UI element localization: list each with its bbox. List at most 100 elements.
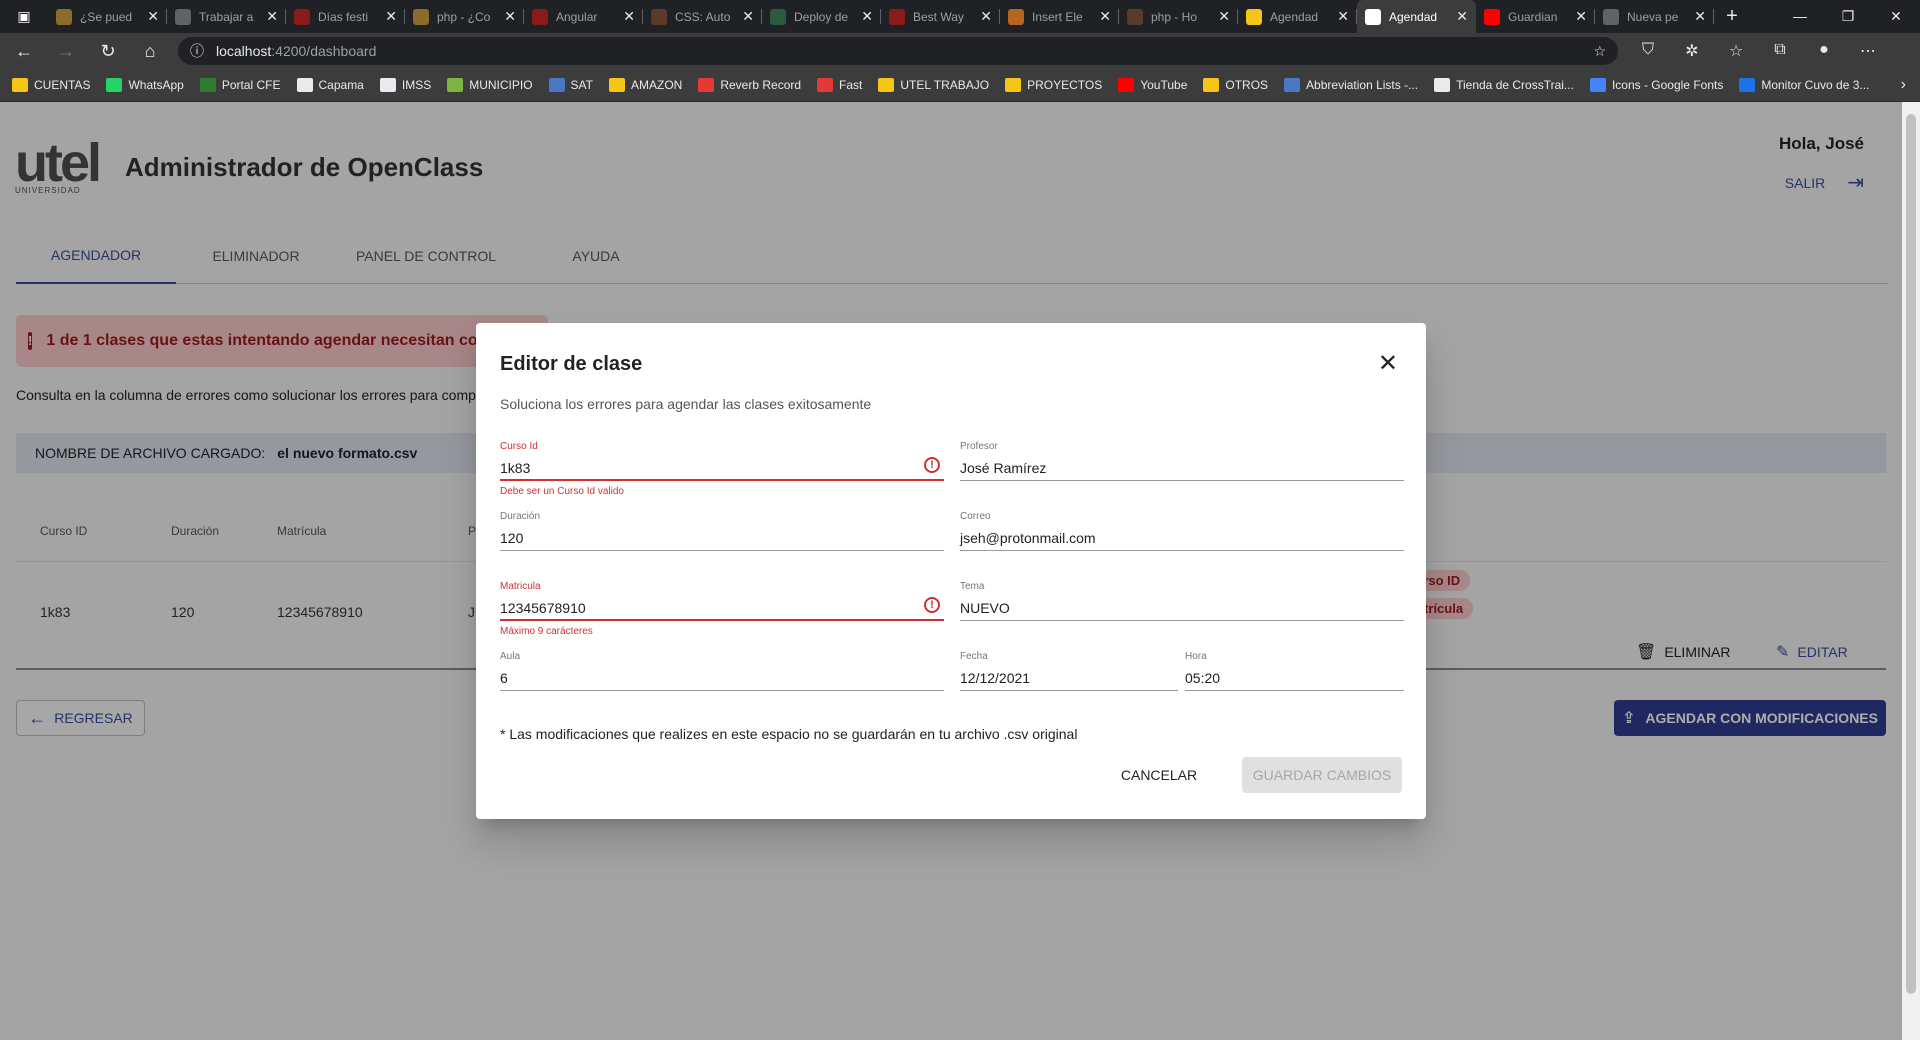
close-tab-icon[interactable]: ✕ — [147, 8, 159, 25]
browser-tab[interactable]: Best Way ✕ — [881, 0, 1000, 33]
class-editor-dialog: Editor de clase ✕ Soluciona los errores … — [476, 323, 1426, 819]
fecha-field[interactable]: Fecha 12/12/2021 — [960, 651, 1178, 691]
close-tab-icon[interactable]: ✕ — [385, 8, 397, 25]
browser-tab[interactable]: ¿Se pued ✕ — [48, 0, 167, 33]
browser-tab[interactable]: Nueva pe ✕ — [1595, 0, 1714, 33]
bookmark-item[interactable]: IMSS — [379, 78, 431, 92]
favorites-icon[interactable]: ☆ — [1714, 41, 1758, 61]
bookmark-item[interactable]: MUNICIPIO — [447, 78, 533, 92]
home-icon[interactable]: ⌂ — [132, 33, 168, 69]
bookmark-item[interactable]: Icons - Google Fonts — [1589, 78, 1723, 92]
bookmark-item[interactable]: AMAZON — [609, 78, 682, 92]
browser-tab[interactable]: Agendad ✕ — [1357, 0, 1476, 33]
close-tab-icon[interactable]: ✕ — [980, 8, 992, 25]
bookmark-item[interactable]: OTROS — [1203, 78, 1268, 92]
bookmark-item[interactable]: UTEL TRABAJO — [878, 78, 989, 92]
bookmark-label: MUNICIPIO — [469, 78, 533, 92]
tema-field[interactable]: Tema NUEVO — [960, 581, 1404, 621]
tab-title: Guardian — [1508, 9, 1558, 24]
tab-title: Días festi — [318, 9, 369, 24]
bookmark-item[interactable]: Capama — [296, 78, 364, 92]
field-value: 6 — [500, 670, 508, 686]
bookmark-icon — [817, 78, 834, 92]
tab-favicon-icon — [770, 8, 786, 25]
tab-actions-icon[interactable]: ▣ — [0, 0, 48, 33]
close-tab-icon[interactable]: ✕ — [1099, 8, 1111, 25]
extensions-icon[interactable]: ✲ — [1670, 41, 1714, 61]
curso-id-field[interactable]: Curso Id 1k83 ! — [500, 441, 944, 481]
tab-favicon-icon — [1127, 8, 1143, 25]
tab-favicon-icon — [889, 8, 905, 25]
field-value: 120 — [500, 530, 524, 546]
shield-icon[interactable]: ⛉ — [1626, 41, 1670, 61]
chevron-right-icon[interactable]: › — [1901, 76, 1906, 94]
restore-icon[interactable]: ❐ — [1824, 8, 1872, 25]
aula-field[interactable]: Aula 6 — [500, 651, 944, 691]
bookmark-item[interactable]: WhatsApp — [106, 78, 184, 92]
window-controls: — ❐ ✕ — [1776, 8, 1920, 25]
reload-icon[interactable]: ↻ — [90, 33, 126, 69]
tab-favicon-icon — [1484, 8, 1500, 25]
duracion-field[interactable]: Duración 120 — [500, 511, 944, 551]
close-tab-icon[interactable]: ✕ — [1456, 8, 1468, 25]
page-scrollbar[interactable] — [1902, 102, 1920, 1040]
address-bar[interactable]: ⓘ localhost:4200/dashboard ☆ — [178, 37, 1618, 65]
profile-icon[interactable]: ● — [1802, 41, 1846, 61]
back-icon[interactable]: ← — [6, 33, 42, 69]
browser-tab[interactable]: Deploy de ✕ — [762, 0, 881, 33]
bookmark-item[interactable]: Reverb Record — [698, 78, 801, 92]
bookmark-icon — [12, 78, 28, 92]
info-icon[interactable]: ⓘ — [190, 41, 204, 61]
cancel-button[interactable]: CANCELAR — [1114, 757, 1204, 793]
browser-tab[interactable]: Insert Ele ✕ — [1000, 0, 1119, 33]
browser-toolbar: ← → ↻ ⌂ ⓘ localhost:4200/dashboard ☆ ⛉ ✲… — [0, 33, 1920, 69]
browser-tab[interactable]: Días festi ✕ — [286, 0, 405, 33]
collections-icon[interactable]: ⧉ — [1758, 41, 1802, 61]
bookmark-item[interactable]: SAT — [548, 78, 593, 92]
save-changes-button[interactable]: GUARDAR CAMBIOS — [1242, 757, 1402, 793]
tab-title: Angular — [556, 9, 598, 24]
close-tab-icon[interactable]: ✕ — [623, 8, 635, 25]
field-label: Curso Id — [500, 441, 538, 452]
bookmark-item[interactable]: PROYECTOS — [1005, 78, 1102, 92]
browser-tab[interactable]: Agendad ✕ — [1238, 0, 1357, 33]
browser-tab[interactable]: CSS: Auto ✕ — [643, 0, 762, 33]
close-icon[interactable]: ✕ — [1378, 349, 1398, 378]
bookmark-item[interactable]: Portal CFE — [199, 78, 281, 92]
bookmark-item[interactable]: Fast — [817, 78, 862, 92]
close-window-icon[interactable]: ✕ — [1872, 8, 1920, 25]
browser-tab[interactable]: php - ¿Co ✕ — [405, 0, 524, 33]
field-value: 12/12/2021 — [960, 670, 1031, 686]
matricula-field[interactable]: Matricula 12345678910 ! — [500, 581, 944, 621]
bookmark-icon — [379, 78, 396, 92]
hora-field[interactable]: Hora 05:20 — [1185, 651, 1404, 691]
bookmark-item[interactable]: CUENTAS — [12, 78, 90, 92]
add-favorite-icon[interactable]: ☆ — [1593, 43, 1606, 60]
bookmark-item[interactable]: Abbreviation Lists -... — [1284, 78, 1418, 92]
close-tab-icon[interactable]: ✕ — [1337, 8, 1349, 25]
correo-field[interactable]: Correo jseh@protonmail.com — [960, 511, 1404, 551]
bookmark-item[interactable]: Tienda de CrossTrai... — [1434, 78, 1574, 92]
forward-icon[interactable]: → — [48, 33, 84, 69]
close-tab-icon[interactable]: ✕ — [742, 8, 754, 25]
browser-tab[interactable]: Guardian ✕ — [1476, 0, 1595, 33]
tab-title: Nueva pe — [1627, 9, 1679, 24]
close-tab-icon[interactable]: ✕ — [1575, 8, 1587, 25]
close-tab-icon[interactable]: ✕ — [266, 8, 278, 25]
field-value: jseh@protonmail.com — [960, 530, 1096, 546]
browser-tab[interactable]: Trabajar a ✕ — [167, 0, 286, 33]
browser-tab[interactable]: php - Ho ✕ — [1119, 0, 1238, 33]
bookmark-item[interactable]: Monitor Cuvo de 3... — [1739, 78, 1869, 92]
close-tab-icon[interactable]: ✕ — [504, 8, 516, 25]
browser-tab[interactable]: Angular ✕ — [524, 0, 643, 33]
more-icon[interactable]: ⋯ — [1846, 41, 1890, 61]
new-tab-button[interactable]: + — [1714, 5, 1750, 28]
scrollbar-thumb[interactable] — [1906, 114, 1916, 994]
close-tab-icon[interactable]: ✕ — [1694, 8, 1706, 25]
close-tab-icon[interactable]: ✕ — [1218, 8, 1230, 25]
minimize-icon[interactable]: — — [1776, 8, 1824, 25]
bookmark-item[interactable]: YouTube — [1118, 78, 1187, 92]
tab-title: php - ¿Co — [437, 9, 491, 24]
profesor-field[interactable]: Profesor José Ramírez — [960, 441, 1404, 481]
close-tab-icon[interactable]: ✕ — [861, 8, 873, 25]
